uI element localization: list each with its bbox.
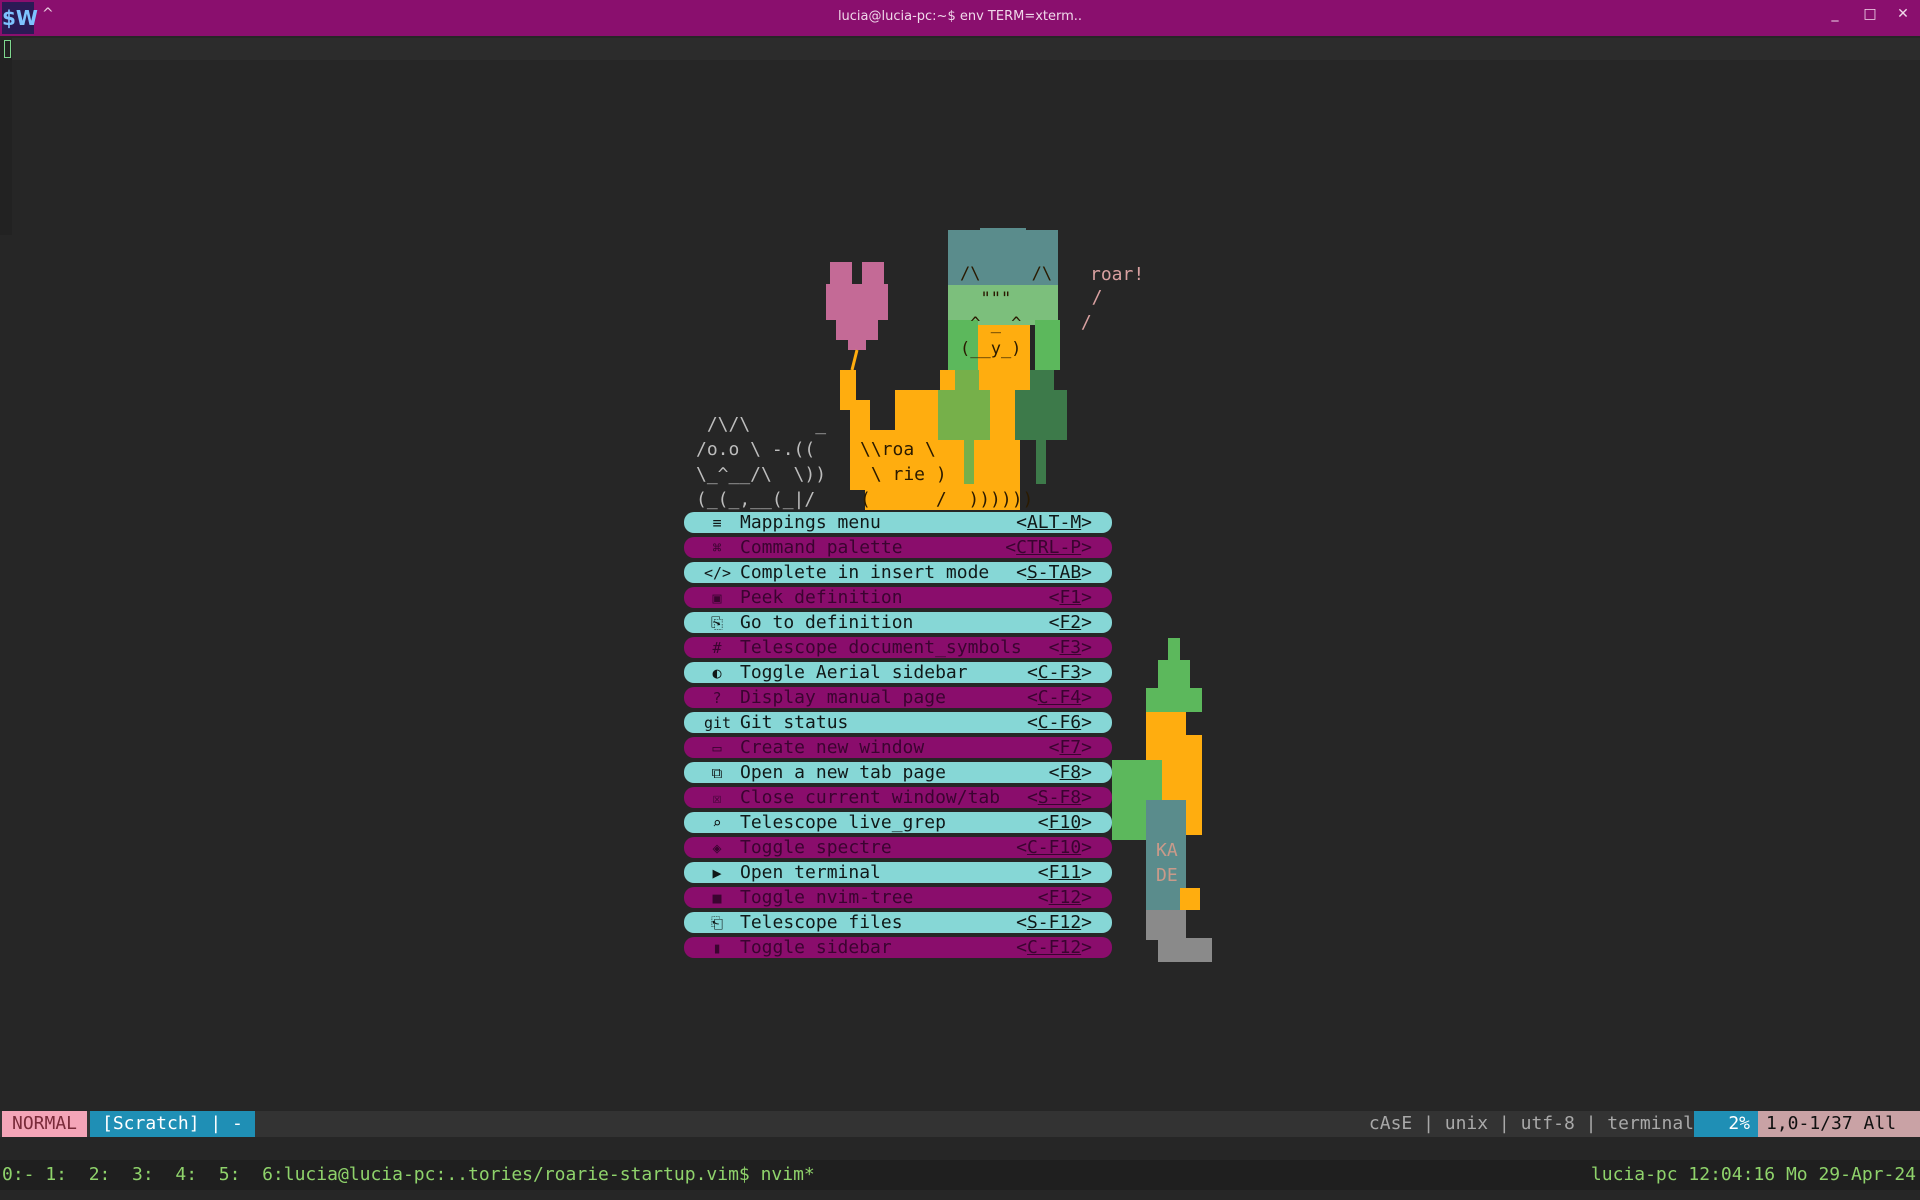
menu-item-shortcut: <F2> (1048, 612, 1092, 633)
menu-item-label: Go to definition (740, 612, 914, 633)
menu-item-icon: ▮ (712, 938, 722, 957)
menu-item-label: Open terminal (740, 862, 881, 883)
menu-item[interactable]: ? Display manual page <C-F4> (684, 687, 1112, 708)
face-text-art: /\ /\ """ ^ _ ^ (__y_) (960, 264, 1053, 359)
menu-item-shortcut: <F11> (1037, 862, 1092, 883)
menu-item-shortcut: <C-F12> (1016, 937, 1092, 958)
menu-item-shortcut: <F7> (1048, 737, 1092, 758)
menu-item-label: Toggle sidebar (740, 937, 892, 958)
menu-item-shortcut: <F1> (1048, 587, 1092, 608)
menu-item[interactable]: # Telescope document_symbols <F3> (684, 637, 1112, 658)
menu-item-icon: ⎘ (710, 613, 723, 632)
menu-item[interactable]: ◐ Toggle Aerial sidebar <C-F3> (684, 662, 1112, 683)
tmux-statusbar: 0:- 1: 2: 3: 4: 5: 6:lucia@lucia-pc:..to… (0, 1160, 1920, 1190)
menu-item-label: Telescope live_grep (740, 812, 946, 833)
menu-item-label: Complete in insert mode (740, 562, 990, 583)
menu-item-shortcut: <F8> (1048, 762, 1092, 783)
roar-speech-text: roar! (1090, 264, 1145, 285)
mappings-menu: ≡ Mappings menu <ALT-M> ⌘ Command palette <CT… (684, 512, 1112, 962)
menu-item-icon: </> (704, 563, 732, 582)
menu-item-icon: ⧉ (711, 763, 723, 782)
menu-item-icon: ▣ (712, 588, 722, 607)
menu-item-label: Mappings menu (740, 512, 881, 533)
menu-item[interactable]: ≡ Mappings menu <ALT-M> (684, 512, 1112, 533)
close-button[interactable]: ✕ (1893, 6, 1913, 22)
menu-item[interactable]: ■ Toggle nvim-tree <F12> (684, 887, 1112, 908)
menu-item[interactable]: ⌘ Command palette <CTRL-P> (684, 537, 1112, 558)
menu-item[interactable]: </> Complete in insert mode <S-TAB> (684, 562, 1112, 583)
buffer-name: [Scratch] | - (90, 1111, 255, 1137)
cursor-line (12, 38, 1920, 60)
menu-item-icon: # (712, 638, 722, 657)
menu-item-icon: ⌘ (712, 538, 722, 557)
menu-item-label: Toggle spectre (740, 837, 892, 858)
menu-item-label: Toggle nvim-tree (740, 887, 914, 908)
menu-item[interactable]: ⧉ Open a new tab page <F8> (684, 762, 1112, 783)
menu-item-icon: ⎗ (710, 913, 723, 932)
menu-item-icon: ■ (712, 888, 722, 907)
menu-item-label: Create new window (740, 737, 925, 758)
menu-item[interactable]: ⌕ Telescope live_grep <F10> (684, 812, 1112, 833)
mode-indicator: NORMAL (2, 1111, 88, 1137)
menu-item[interactable]: git Git status <C-F6> (684, 712, 1112, 733)
menu-item[interactable]: ◈ Toggle spectre <C-F10> (684, 837, 1112, 858)
menu-item-label: Telescope document_symbols (740, 637, 1022, 658)
menu-item-icon: ? (712, 688, 722, 707)
menu-item-label: Open a new tab page (740, 762, 946, 783)
menu-item-label: Toggle Aerial sidebar (740, 662, 968, 683)
window-title: lucia@lucia-pc:~$ env TERM=xterm.. (837, 9, 1083, 24)
minimize-button[interactable]: _ (1825, 6, 1845, 22)
menu-item-label: Telescope files (740, 912, 903, 933)
scroll-percent: 2% (1694, 1111, 1758, 1137)
menu-item[interactable]: ⎘ Go to definition <F2> (684, 612, 1112, 633)
roar-speech-line: / / (1080, 287, 1103, 333)
menu-item-shortcut: <C-F10> (1016, 837, 1092, 858)
menu-item[interactable]: ⎗ Telescope files <S-F12> (684, 912, 1112, 933)
menu-item-icon: git (704, 713, 732, 732)
menu-item-icon: ▭ (712, 738, 722, 757)
menu-item-shortcut: <S-TAB> (1016, 562, 1092, 583)
tmux-host-clock: lucia-pc 12:04:16 Mo 29-Apr-24 (1590, 1164, 1916, 1185)
vim-statusline: NORMAL [Scratch] | - cAsE | unix | utf-8… (0, 1111, 1920, 1137)
menu-item-icon: ☒ (712, 788, 722, 807)
menu-item[interactable]: ▶ Open terminal <F11> (684, 862, 1112, 883)
menu-item-shortcut: <S-F12> (1016, 912, 1092, 933)
menu-item-shortcut: <C-F3> (1026, 662, 1092, 683)
menu-item-shortcut: <F10> (1037, 812, 1092, 833)
cat-ascii-art: /\/\ _ /o.o \ -.(( \_^__/\ \)) (_(_,__(_… (696, 414, 827, 510)
kade-text-art: KA DE (1156, 840, 1178, 886)
menu-item-icon: ≡ (712, 513, 722, 532)
menu-item[interactable]: ▮ Toggle sidebar <C-F12> (684, 937, 1112, 958)
menu-item-label: Command palette (740, 537, 903, 558)
menu-item-label: Display manual page (740, 687, 946, 708)
menu-item-shortcut: <F12> (1037, 887, 1092, 908)
menu-item-shortcut: <F3> (1048, 637, 1092, 658)
menu-item-shortcut: <C-F4> (1026, 687, 1092, 708)
menu-item[interactable]: ▣ Peek definition <F1> (684, 587, 1112, 608)
menu-item-label: Peek definition (740, 587, 903, 608)
menu-item-shortcut: <CTRL-P> (1005, 537, 1092, 558)
maximize-button[interactable]: □ (1860, 6, 1880, 22)
cursor-position: 1,0-1/37 All (1758, 1111, 1920, 1137)
menu-item-label: Git status (740, 712, 849, 733)
menu-item-label: Close current window/tab (740, 787, 1001, 808)
menu-item-icon: ◈ (712, 838, 722, 857)
menu-item-icon: ◐ (712, 663, 722, 682)
menu-item[interactable]: ▭ Create new window <F7> (684, 737, 1112, 758)
menu-item-shortcut: <C-F6> (1026, 712, 1092, 733)
menu-item-shortcut: <S-F8> (1026, 787, 1092, 808)
menu-item[interactable]: ☒ Close current window/tab <S-F8> (684, 787, 1112, 808)
tmux-window-list[interactable]: 0:- 1: 2: 3: 4: 5: 6:lucia@lucia-pc:..to… (2, 1160, 815, 1190)
menu-item-icon: ⌕ (712, 813, 722, 832)
menu-item-shortcut: <ALT-M> (1016, 512, 1092, 533)
text-cursor (4, 40, 11, 58)
sign-column (0, 40, 12, 235)
window-titlebar: $W ^ lucia@lucia-pc:~$ env TERM=xterm.. … (0, 0, 1920, 36)
dinosaur-text-art: \\roa \ \ rie ) ( / )))))) (860, 439, 1034, 510)
menu-item-icon: ▶ (712, 863, 722, 882)
file-info: cAsE | unix | utf-8 | terminal (1368, 1113, 1694, 1134)
